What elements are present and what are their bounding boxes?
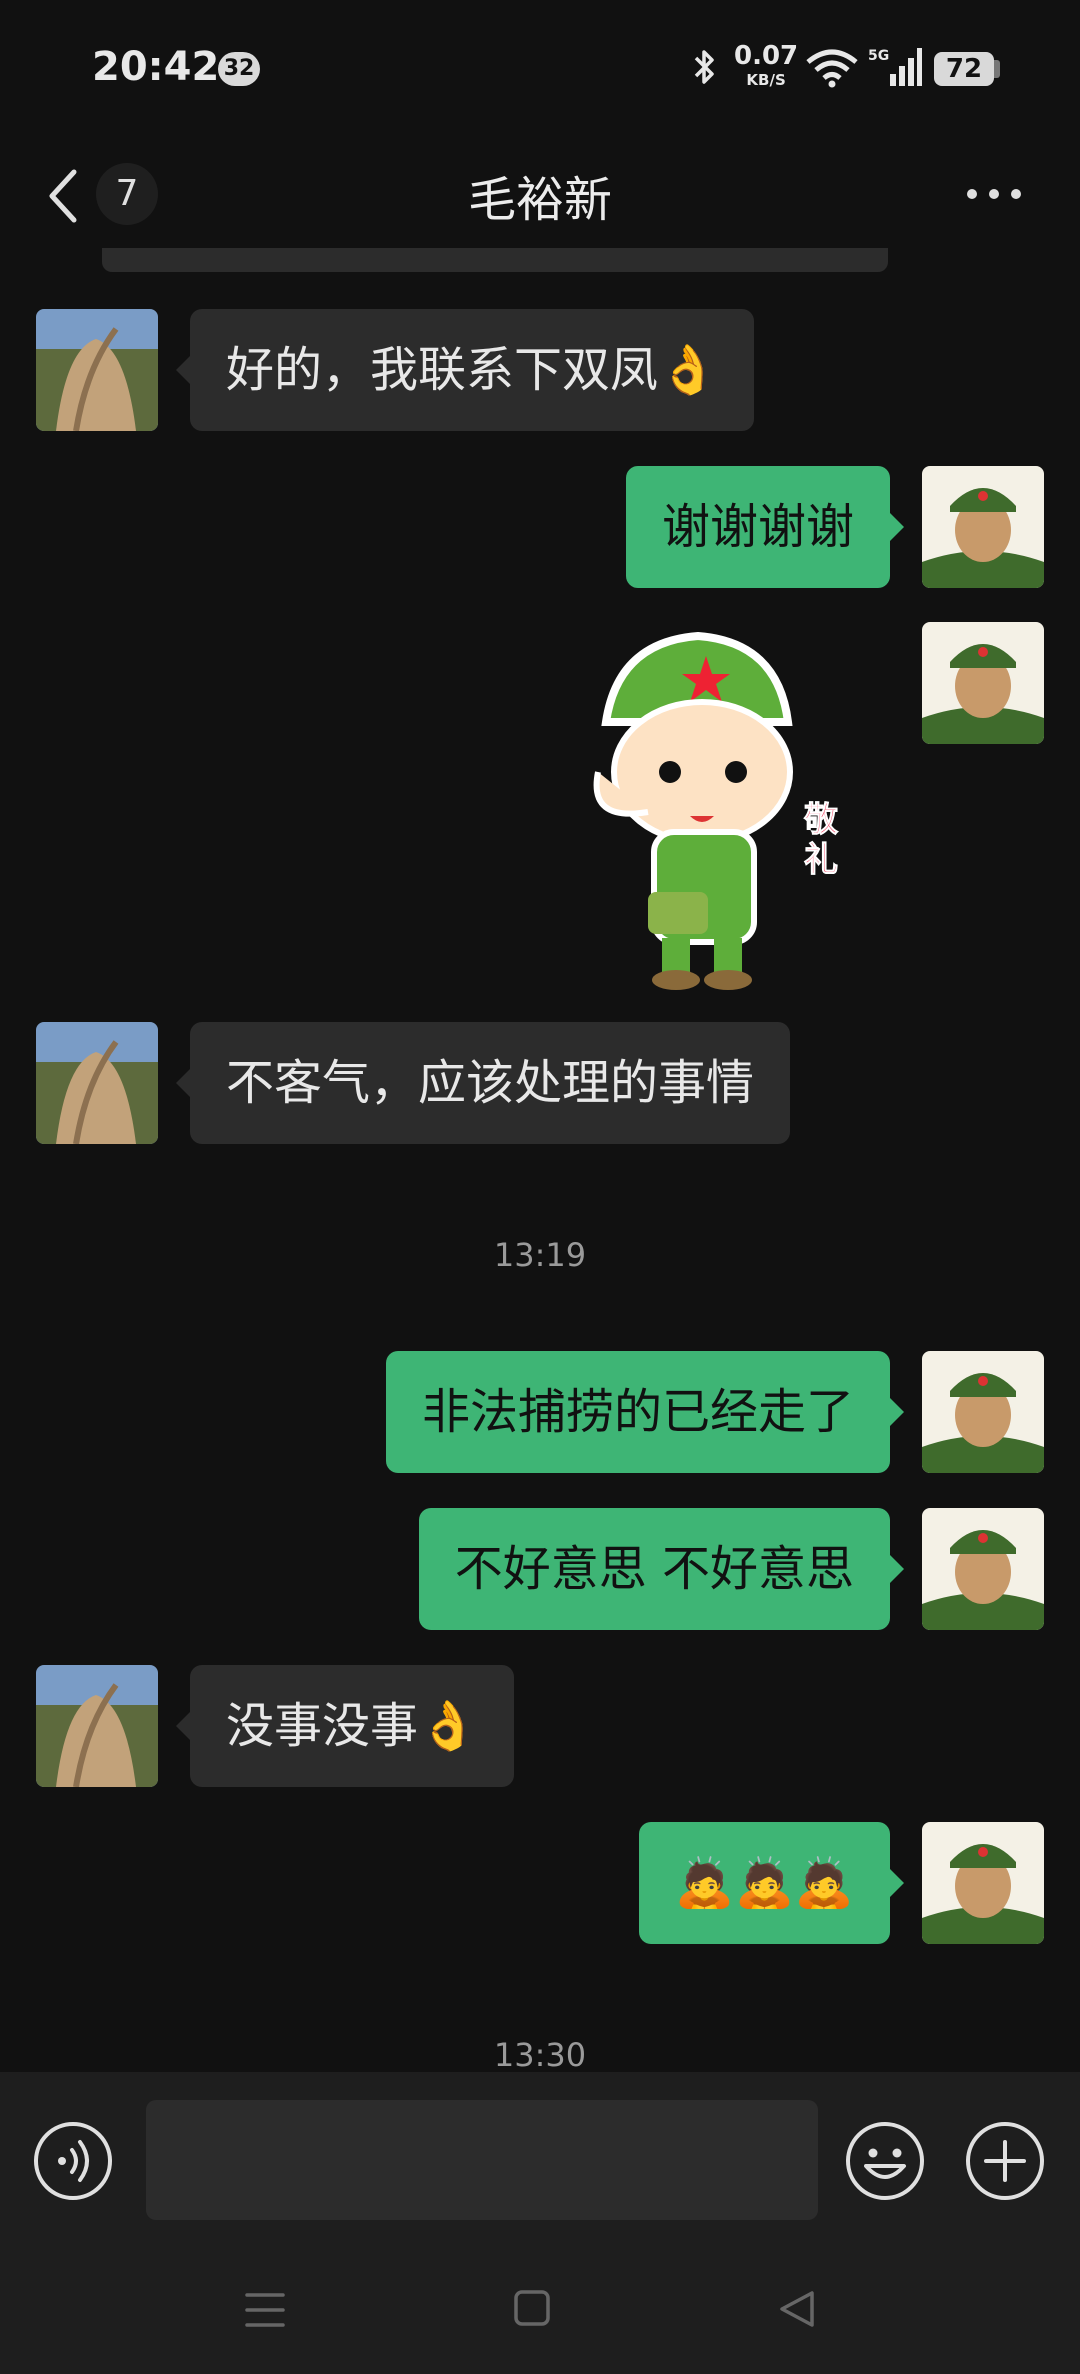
network-speed-unit: KB/S <box>746 71 786 89</box>
my-avatar-image <box>922 466 1044 588</box>
status-time: 20:42 <box>92 44 220 90</box>
chat-title: 毛裕新 <box>467 172 612 228</box>
svg-text:5G: 5G <box>868 48 889 64</box>
contact-avatar-image <box>36 309 158 431</box>
my-avatar-image <box>922 1508 1044 1630</box>
message-text: 不客气，应该处理的事情 <box>226 1055 755 1111</box>
message-bubble-incoming[interactable]: 没事没事👌 <box>176 1665 514 1787</box>
my-avatar[interactable] <box>922 1351 1044 1473</box>
message-text: 谢谢谢谢 <box>661 499 854 555</box>
my-avatar-image <box>922 622 1044 744</box>
message-bubble-incoming[interactable]: 好的，我联系下双凤👌 <box>176 309 754 431</box>
message-text: 没事没事👌 <box>226 1698 478 1754</box>
status-bar: 20:42 32 0.07 KB/S 5G 72 <box>0 0 1080 130</box>
message-text: 非法捕捞的已经走了 <box>421 1384 854 1440</box>
contact-avatar-image <box>36 1022 158 1144</box>
emoji-icon[interactable] <box>844 2120 926 2202</box>
voice-icon[interactable] <box>32 2120 114 2202</box>
system-nav-bar <box>0 2240 1080 2374</box>
network-speed-value: 0.07 <box>734 41 799 71</box>
message-bubble-outgoing[interactable]: 🙇🙇🙇 <box>638 1822 905 1944</box>
contact-avatar[interactable] <box>36 309 158 431</box>
more-icon[interactable] <box>964 186 1024 202</box>
my-avatar[interactable] <box>922 466 1044 588</box>
bluetooth-icon <box>694 50 714 84</box>
message-bubble-outgoing[interactable]: 非法捕捞的已经走了 <box>385 1351 905 1473</box>
message-bubble-outgoing[interactable]: 不好意思 不好意思 <box>418 1508 905 1630</box>
my-avatar[interactable] <box>922 622 1044 744</box>
message-text: 🙇🙇🙇 <box>674 1855 854 1911</box>
clipped-message-bubble <box>102 248 888 272</box>
message-input[interactable] <box>146 2100 818 2220</box>
menu-icon[interactable] <box>245 2292 285 2328</box>
battery-icon <box>994 60 1000 78</box>
notification-badge: 32 <box>218 52 260 86</box>
sticker-caption: 敬礼 <box>804 800 839 881</box>
message-bubble-outgoing[interactable]: 谢谢谢谢 <box>625 466 905 588</box>
contact-avatar[interactable] <box>36 1022 158 1144</box>
message-timestamp: 13:19 <box>493 1236 587 1274</box>
input-bar <box>0 2072 1080 2240</box>
network-speed: 0.07 KB/S <box>734 41 799 92</box>
contact-avatar[interactable] <box>36 1665 158 1787</box>
my-avatar[interactable] <box>922 1508 1044 1630</box>
my-avatar[interactable] <box>922 1822 1044 1944</box>
battery-level: 72 <box>934 52 994 86</box>
home-icon[interactable] <box>514 2290 550 2326</box>
my-avatar-image <box>922 1822 1044 1944</box>
cellular-signal-icon: 5G <box>868 48 922 86</box>
contact-avatar-image <box>36 1665 158 1787</box>
message-timestamp: 13:30 <box>493 2036 587 2074</box>
back-triangle-icon[interactable] <box>778 2290 816 2328</box>
message-text: 不好意思 不好意思 <box>454 1541 854 1597</box>
salute-sticker[interactable]: 敬礼 <box>578 622 878 994</box>
wifi-icon <box>806 49 858 88</box>
message-text: 好的，我联系下双凤👌 <box>226 342 718 398</box>
my-avatar-image <box>922 1351 1044 1473</box>
plus-icon[interactable] <box>964 2120 1046 2202</box>
message-bubble-incoming[interactable]: 不客气，应该处理的事情 <box>175 1022 791 1144</box>
